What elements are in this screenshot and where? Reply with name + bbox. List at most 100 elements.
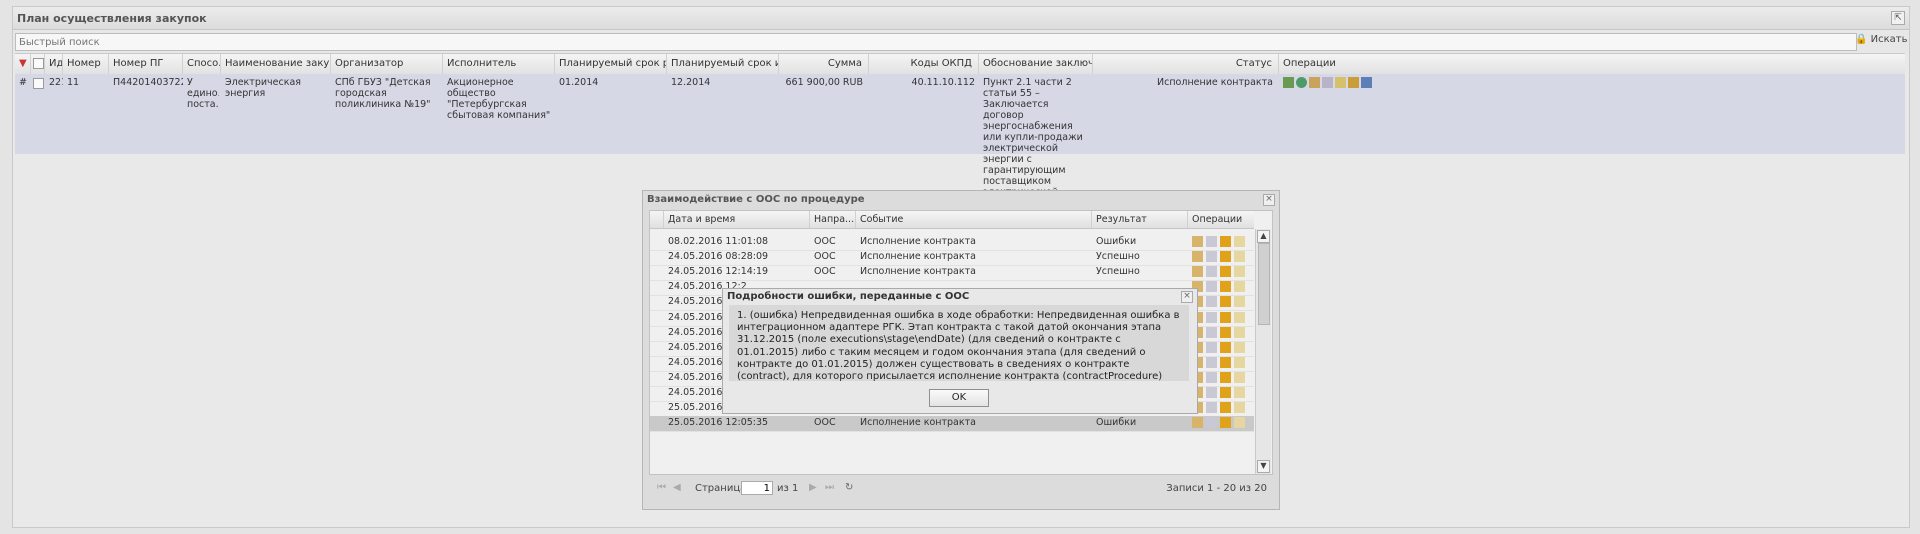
- ok-button[interactable]: OK: [929, 389, 989, 407]
- note-icon[interactable]: [1234, 281, 1245, 293]
- list-item[interactable]: 08.02.2016 11:01:08 ООС Исполнение контрак…: [650, 235, 1254, 251]
- scroll-up-icon[interactable]: ▲: [1257, 230, 1270, 243]
- document-icon[interactable]: [1206, 311, 1217, 323]
- next-page-icon[interactable]: ▶: [809, 482, 817, 493]
- note-icon[interactable]: [1234, 236, 1245, 247]
- col-event[interactable]: Событие: [856, 211, 1092, 228]
- col-status[interactable]: Статус: [1093, 54, 1279, 74]
- document-icon[interactable]: [1206, 371, 1217, 383]
- cell-event: Исполнение контракта: [860, 251, 976, 263]
- scroll-down-icon[interactable]: ▼: [1257, 460, 1270, 473]
- document-icon[interactable]: [1206, 356, 1217, 368]
- collapse-icon[interactable]: ⇱: [1891, 11, 1905, 25]
- note-icon[interactable]: [1234, 311, 1245, 323]
- warning-icon[interactable]: [1220, 341, 1231, 353]
- col-direction[interactable]: Напра...: [810, 211, 856, 228]
- filter-icon[interactable]: ▼: [15, 54, 31, 74]
- edit-icon[interactable]: [1335, 77, 1346, 88]
- col-okpd[interactable]: Коды ОКПД: [869, 54, 979, 74]
- package-icon[interactable]: [1309, 77, 1320, 88]
- document-icon[interactable]: [1206, 296, 1217, 308]
- note-icon[interactable]: [1234, 371, 1245, 383]
- note-icon[interactable]: [1234, 356, 1245, 368]
- warning-icon[interactable]: [1220, 266, 1231, 278]
- col-operations[interactable]: Операции: [1188, 211, 1254, 228]
- refresh-icon[interactable]: [1296, 77, 1307, 88]
- col-execution-date[interactable]: Планируемый срок исполн...: [667, 54, 779, 74]
- page-input[interactable]: [741, 481, 773, 495]
- col-name[interactable]: Наименование закупки: [221, 54, 331, 74]
- document-icon[interactable]: [1206, 402, 1217, 414]
- table-row[interactable]: # 221: 11 П4420140372200... У едино... п…: [15, 74, 1905, 209]
- note-icon[interactable]: [1234, 341, 1245, 353]
- search-button[interactable]: 🔒 Искать: [1855, 34, 1908, 50]
- cell-number: 11: [67, 77, 80, 88]
- document-icon[interactable]: [1206, 266, 1217, 278]
- note-icon[interactable]: [1234, 251, 1245, 263]
- warning-icon[interactable]: [1220, 387, 1231, 398]
- package-icon[interactable]: [1192, 251, 1203, 263]
- package-icon[interactable]: [1192, 236, 1203, 247]
- col-amount[interactable]: Сумма: [779, 54, 869, 74]
- col-id[interactable]: Иде: [45, 54, 63, 74]
- select-all-checkbox-cell[interactable]: [31, 54, 45, 74]
- document-icon[interactable]: [1206, 326, 1217, 338]
- warning-icon[interactable]: [1220, 356, 1231, 368]
- row-checkbox[interactable]: [33, 78, 44, 89]
- last-page-icon[interactable]: ⏭: [825, 482, 834, 493]
- note-icon[interactable]: [1234, 266, 1245, 278]
- prev-page-icon[interactable]: ◀: [673, 482, 681, 493]
- warning-icon[interactable]: [1220, 236, 1231, 247]
- package-icon[interactable]: [1192, 417, 1203, 429]
- first-page-icon[interactable]: ⏮: [657, 482, 666, 493]
- package-icon[interactable]: [1192, 266, 1203, 278]
- cell-pg-number: П4420140372200...: [113, 77, 183, 88]
- note-icon[interactable]: [1234, 326, 1245, 338]
- search-input[interactable]: [15, 33, 1857, 51]
- document-icon[interactable]: [1206, 417, 1217, 429]
- vertical-scrollbar[interactable]: ▲ ▼: [1255, 229, 1271, 474]
- bar-chart-icon[interactable]: [1361, 77, 1372, 88]
- select-all-checkbox[interactable]: [33, 58, 44, 69]
- col-pg-number[interactable]: Номер ПГ: [109, 54, 183, 74]
- cell-direction: ООС: [814, 251, 836, 263]
- col-executor[interactable]: Исполнитель: [443, 54, 555, 74]
- warning-icon[interactable]: [1220, 281, 1231, 293]
- col-result[interactable]: Результат: [1092, 211, 1188, 228]
- warning-icon[interactable]: [1220, 296, 1231, 308]
- warning-icon[interactable]: [1220, 251, 1231, 263]
- warning-icon[interactable]: [1220, 311, 1231, 323]
- col-placement-date[interactable]: Планируемый срок размещ...: [555, 54, 667, 74]
- col-organizer[interactable]: Организатор: [331, 54, 443, 74]
- row-operations: [1192, 311, 1248, 326]
- close-icon[interactable]: ×: [1181, 291, 1193, 303]
- note-icon[interactable]: [1234, 417, 1245, 429]
- chart-icon[interactable]: [1283, 77, 1294, 88]
- close-icon[interactable]: ×: [1263, 194, 1275, 206]
- document-icon[interactable]: [1322, 77, 1333, 88]
- search-icon[interactable]: [1348, 77, 1359, 88]
- warning-icon[interactable]: [1220, 417, 1231, 429]
- document-icon[interactable]: [1206, 251, 1217, 263]
- col-method[interactable]: Спосо...: [183, 54, 221, 74]
- note-icon[interactable]: [1234, 296, 1245, 308]
- document-icon[interactable]: [1206, 341, 1217, 353]
- scroll-thumb[interactable]: [1258, 243, 1270, 325]
- warning-icon[interactable]: [1220, 326, 1231, 338]
- document-icon[interactable]: [1206, 236, 1217, 247]
- document-icon[interactable]: [1206, 387, 1217, 398]
- list-item[interactable]: 24.05.2016 08:28:09 ООС Исполнение контрак…: [650, 250, 1254, 267]
- col-justification[interactable]: Обоснование заключения: [979, 54, 1093, 74]
- note-icon[interactable]: [1234, 387, 1245, 398]
- row-operations: [1192, 281, 1248, 295]
- col-datetime[interactable]: Дата и время: [664, 211, 810, 228]
- list-item[interactable]: 24.05.2016 12:14:19 ООС Исполнение контрак…: [650, 265, 1254, 282]
- list-item[interactable]: 25.05.2016 12:05:35 ООС Исполнение контрак…: [650, 416, 1254, 433]
- note-icon[interactable]: [1234, 402, 1245, 414]
- refresh-icon[interactable]: ↻: [845, 482, 853, 493]
- col-operations[interactable]: Операции: [1279, 54, 1905, 74]
- col-number[interactable]: Номер: [63, 54, 109, 74]
- document-icon[interactable]: [1206, 281, 1217, 293]
- warning-icon[interactable]: [1220, 402, 1231, 414]
- warning-icon[interactable]: [1220, 371, 1231, 383]
